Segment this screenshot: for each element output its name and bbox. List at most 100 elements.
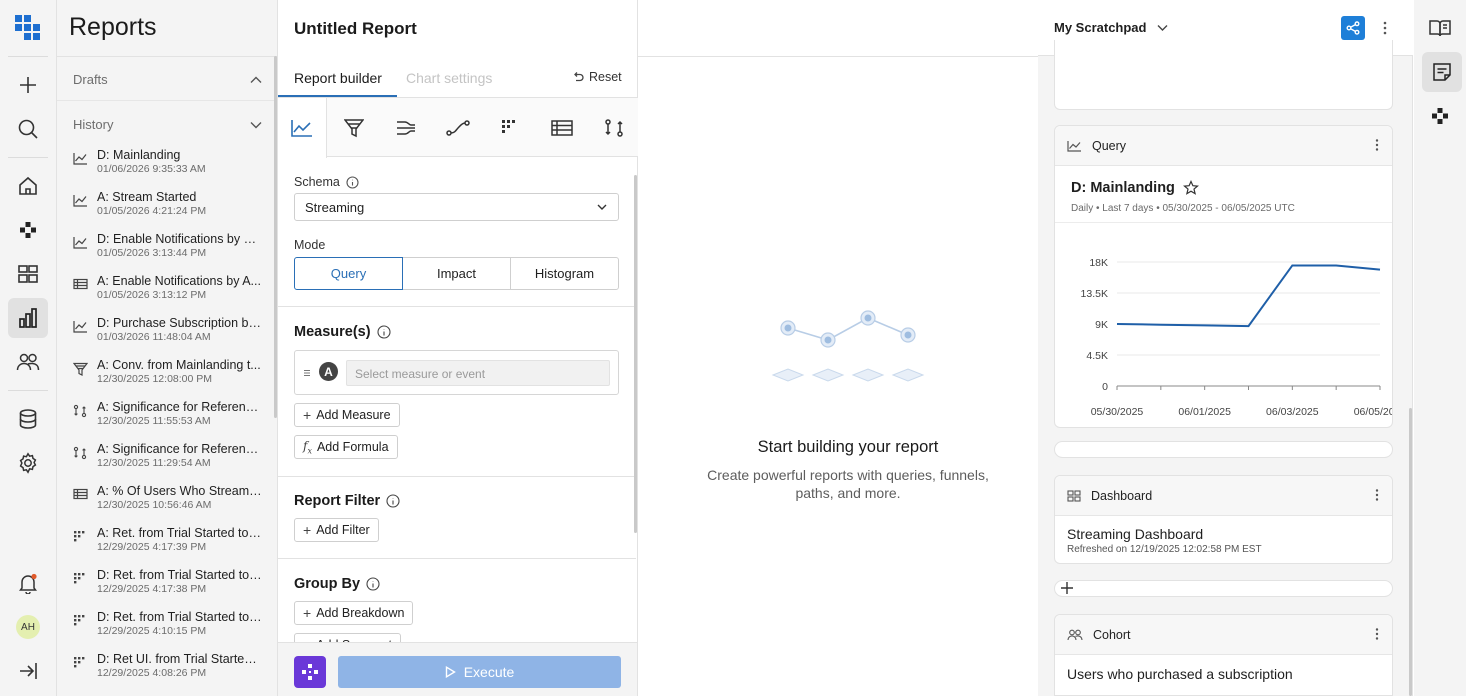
search-icon[interactable] — [8, 109, 48, 149]
history-item[interactable]: D: Ret UI. from Trial Started ... 12/29/2… — [73, 652, 268, 692]
mode-histogram-button[interactable]: Histogram — [510, 257, 619, 290]
impact-icon — [605, 118, 623, 137]
chevron-up-icon — [250, 76, 262, 83]
history-item[interactable]: A: % Of Users Who Stream ... 12/30/2025 1… — [73, 484, 268, 524]
schema-select[interactable]: Streaming — [294, 193, 619, 221]
more-options-icon[interactable] — [1374, 488, 1380, 502]
measures-title-row: Measure(s) — [294, 324, 391, 340]
tab-retention-type[interactable] — [484, 98, 536, 157]
add-to-scratchpad-bar[interactable] — [1054, 580, 1393, 597]
dashboard-name[interactable]: Streaming Dashboard — [1067, 526, 1203, 542]
measure-event-input[interactable]: Select measure or event — [346, 360, 610, 386]
segment-icon[interactable] — [1420, 96, 1460, 136]
tab-impact-type[interactable] — [588, 98, 640, 157]
ai-assistant-button[interactable] — [294, 656, 326, 688]
history-item-title: A: Conv. from Mainlanding t... — [97, 358, 261, 372]
history-item-date: 12/29/2025 4:17:39 PM — [97, 541, 207, 553]
chart-data-point — [1334, 263, 1338, 267]
history-item-title: D: Ret. from Trial Started to ... — [97, 610, 262, 624]
history-item-date: 01/05/2026 3:13:44 PM — [97, 247, 207, 259]
more-options-icon[interactable] — [1374, 138, 1380, 152]
tab-funnel-type[interactable] — [328, 98, 380, 157]
collapse-sidebar-icon[interactable] — [8, 651, 48, 691]
add-measure-button[interactable]: + Add Measure — [294, 403, 400, 427]
history-item[interactable]: D: Ret. from Trial Started to ... 12/29/2… — [73, 610, 268, 650]
dashboards-icon — [1067, 489, 1081, 502]
docs-book-icon[interactable] — [1420, 8, 1460, 48]
add-filter-label: Add Filter — [316, 523, 370, 537]
add-breakdown-button[interactable]: + Add Breakdown — [294, 601, 414, 625]
dashboard-card-header: Dashboard — [1055, 476, 1392, 516]
tab-table-type[interactable] — [536, 98, 588, 157]
retention-icon — [73, 656, 89, 692]
builder-scrollbar[interactable] — [634, 175, 637, 533]
settings-gear-icon[interactable] — [8, 443, 48, 483]
cohorts-icon[interactable] — [8, 342, 48, 382]
info-icon[interactable] — [386, 494, 400, 508]
history-item[interactable]: D: Ret. from Trial Started to ... 12/29/2… — [73, 568, 268, 608]
tab-path-type[interactable] — [432, 98, 484, 157]
tab-chart-settings[interactable]: Chart settings — [406, 70, 492, 86]
chart-x-tick-label: 05/30/2025 — [1091, 406, 1144, 418]
scratchpad-selector[interactable]: My Scratchpad — [1054, 20, 1169, 35]
history-item-title: A: Significance for Referenc... — [97, 442, 262, 456]
history-scrollbar[interactable] — [274, 56, 277, 418]
home-icon[interactable] — [8, 166, 48, 206]
query-line-chart[interactable]: 0 4.5K 9K 13.5K 18K 05/30/2025 06/01/2025 06/03… — [1055, 226, 1392, 426]
more-options-icon[interactable] — [1374, 627, 1380, 641]
info-icon[interactable] — [366, 577, 380, 591]
schema-label: Schema — [294, 175, 340, 189]
avatar[interactable]: AH — [8, 607, 48, 647]
query-report-meta: Daily • Last 7 days • 05/30/2025 - 06/05… — [1071, 203, 1295, 214]
scratchpad-icon[interactable] — [1422, 52, 1462, 92]
drag-handle-icon[interactable] — [303, 369, 311, 377]
history-item[interactable]: D: Purchase Subscription by... 01/03/2026… — [73, 316, 268, 356]
tab-query-type[interactable] — [278, 98, 327, 158]
database-icon[interactable] — [8, 399, 48, 439]
line-chart-icon — [73, 194, 89, 230]
drafts-section-header[interactable]: Drafts — [73, 72, 263, 87]
history-item[interactable]: A: Ret. from Trial Started to ... 12/29/2… — [73, 526, 268, 566]
star-icon[interactable] — [1182, 180, 1199, 196]
history-item[interactable]: A: Conv. from Mainlanding t... 12/30/2025… — [73, 358, 268, 398]
history-item[interactable]: D: Mainlanding 01/06/2026 9:35:33 AM — [73, 148, 268, 188]
history-item-date: 12/30/2025 12:08:00 PM — [97, 373, 213, 385]
scratchpad-scrollbar[interactable] — [1409, 408, 1412, 696]
history-item[interactable]: A: Stream Started 01/05/2026 4:21:24 PM — [73, 190, 268, 230]
segment-icon[interactable] — [8, 210, 48, 250]
query-report-name[interactable]: D: Mainlanding — [1071, 180, 1175, 196]
tab-flow-type[interactable] — [380, 98, 432, 157]
info-icon[interactable] — [377, 325, 391, 339]
execute-button[interactable]: Execute — [338, 656, 621, 688]
mode-query-button[interactable]: Query — [294, 257, 403, 290]
history-item[interactable]: A: Significance for Referenc... 12/30/202… — [73, 400, 268, 440]
reports-icon[interactable] — [8, 298, 48, 338]
retention-icon — [73, 572, 89, 608]
tab-report-builder[interactable]: Report builder — [294, 70, 382, 86]
history-item-date: 01/06/2026 9:35:33 AM — [97, 163, 206, 175]
line-chart-icon — [73, 320, 89, 356]
history-item[interactable]: D: Enable Notifications by C... 01/05/202… — [73, 232, 268, 272]
add-filter-button[interactable]: + Add Filter — [294, 518, 379, 542]
add-formula-button[interactable]: fx Add Formula — [294, 435, 398, 459]
dashboards-icon[interactable] — [8, 254, 48, 294]
history-item[interactable]: A: Enable Notifications by A... 01/05/202… — [73, 274, 268, 314]
mode-impact-button[interactable]: Impact — [402, 257, 511, 290]
history-item-title: D: Purchase Subscription by... — [97, 316, 262, 330]
more-options-icon[interactable] — [1382, 20, 1388, 36]
history-item-title: D: Ret. from Trial Started to ... — [97, 568, 262, 582]
history-item[interactable]: A: Significance for Referenc... 12/30/202… — [73, 442, 268, 482]
plus-icon[interactable] — [8, 65, 48, 105]
page-title: Reports — [69, 13, 157, 41]
builder-footer: Execute — [278, 642, 637, 696]
cohort-name[interactable]: Users who purchased a subscription — [1067, 666, 1293, 682]
app-logo-icon[interactable] — [8, 8, 48, 48]
plus-icon[interactable] — [1060, 581, 1074, 595]
retention-icon — [73, 530, 89, 566]
history-section-header[interactable]: History — [73, 117, 263, 132]
report-title[interactable]: Untitled Report — [294, 19, 417, 39]
share-button[interactable] — [1341, 16, 1365, 40]
info-icon[interactable] — [346, 175, 359, 189]
notifications-bell-icon[interactable] — [8, 563, 48, 603]
reset-button[interactable]: Reset — [572, 70, 622, 84]
